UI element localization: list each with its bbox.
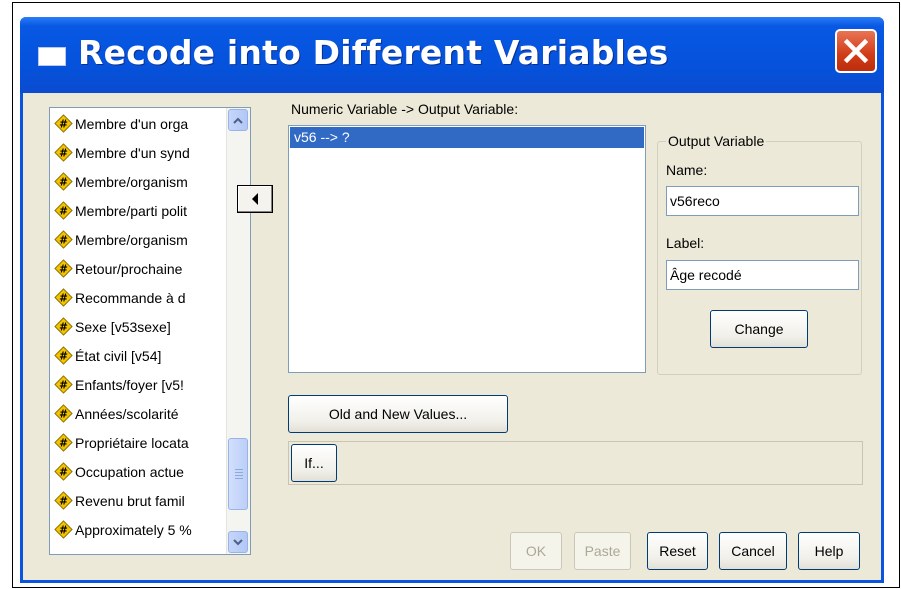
variable-label: Occupation actue xyxy=(75,463,184,480)
svg-text:#: # xyxy=(59,234,68,246)
list-item[interactable]: # Propriétaire locata xyxy=(54,431,224,454)
numeric-variable-icon: # xyxy=(54,230,73,249)
list-item[interactable]: # Membre/organism xyxy=(54,170,224,193)
svg-text:#: # xyxy=(59,408,68,420)
scroll-down-button[interactable] xyxy=(228,531,248,553)
help-button[interactable]: Help xyxy=(798,532,860,570)
variable-label: Recommande à d xyxy=(75,289,186,306)
name-label: Name: xyxy=(666,162,708,178)
list-item[interactable]: # Membre/parti polit xyxy=(54,199,224,222)
list-item[interactable]: # Occupation actue xyxy=(54,460,224,483)
svg-text:#: # xyxy=(59,321,68,333)
old-and-new-values-button[interactable]: Old and New Values... xyxy=(288,395,508,433)
if-button[interactable]: If... xyxy=(291,444,337,482)
svg-text:#: # xyxy=(59,350,68,362)
svg-text:#: # xyxy=(59,118,68,130)
svg-text:#: # xyxy=(59,176,68,188)
window-title: Recode into Different Variables xyxy=(78,33,669,72)
close-button[interactable] xyxy=(835,29,877,73)
svg-text:#: # xyxy=(59,437,68,449)
variable-label: Enfants/foyer [v5! xyxy=(75,376,184,393)
scroll-up-button[interactable] xyxy=(228,109,248,131)
variable-label: Membre/organism xyxy=(75,173,188,190)
list-item[interactable]: # Enfants/foyer [v5! xyxy=(54,373,224,396)
recode-dialog: Recode into Different Variables # Membre … xyxy=(20,17,884,583)
variable-mapping-list[interactable]: v56 --> ? xyxy=(288,125,646,373)
variable-label: Membre d'un synd xyxy=(75,144,190,161)
variable-label: Années/scolarité xyxy=(75,405,179,422)
label-label: Label: xyxy=(666,235,705,251)
numeric-variable-icon: # xyxy=(54,346,73,365)
dialog-body: # Membre d'un orga # Membre d'un synd # Membr… xyxy=(23,93,881,583)
svg-text:#: # xyxy=(59,495,68,507)
left-arrow-icon xyxy=(252,193,258,205)
title-bar[interactable]: Recode into Different Variables xyxy=(20,17,884,93)
svg-text:#: # xyxy=(59,147,68,159)
svg-text:#: # xyxy=(59,379,68,391)
numeric-variable-icon: # xyxy=(54,288,73,307)
chevron-down-icon xyxy=(233,538,243,545)
close-icon xyxy=(843,38,869,64)
variable-label: Membre/parti polit xyxy=(75,202,188,219)
output-group-title: Output Variable xyxy=(666,133,767,149)
scroll-thumb[interactable] xyxy=(228,438,248,510)
list-item[interactable]: # Sexe [v53sexe] xyxy=(54,315,224,338)
ok-button[interactable]: OK xyxy=(510,532,562,570)
variable-label: Revenu brut famil xyxy=(75,492,185,509)
list-item[interactable]: # Membre d'un orga xyxy=(54,112,224,135)
svg-text:#: # xyxy=(59,205,68,217)
paste-button[interactable]: Paste xyxy=(574,532,631,570)
numeric-variable-icon: # xyxy=(54,462,73,481)
output-variable-group: Output Variable Name: v56reco Label: Âge… xyxy=(657,133,862,375)
list-item[interactable]: # Recommande à d xyxy=(54,286,224,309)
variable-label: Propriétaire locata xyxy=(75,434,189,451)
reset-button[interactable]: Reset xyxy=(647,532,708,570)
chevron-up-icon xyxy=(233,117,243,124)
if-condition-panel: If... xyxy=(288,441,863,485)
variable-label: Retour/prochaine xyxy=(75,260,183,277)
mapping-list-label: Numeric Variable -> Output Variable: xyxy=(291,101,519,117)
list-item[interactable]: # Approximately 5 % xyxy=(54,518,224,541)
numeric-variable-icon: # xyxy=(54,143,73,162)
variable-label: Approximately 5 % xyxy=(75,521,192,538)
window-menu-icon[interactable] xyxy=(38,47,66,66)
list-item[interactable]: # Membre/organism xyxy=(54,228,224,251)
output-label-field[interactable]: Âge recodé xyxy=(666,260,859,290)
numeric-variable-icon: # xyxy=(54,491,73,510)
change-button[interactable]: Change xyxy=(710,310,808,348)
variable-label: Membre d'un orga xyxy=(75,115,189,132)
svg-text:#: # xyxy=(59,263,68,275)
variable-label: Membre/organism xyxy=(75,231,188,248)
svg-text:#: # xyxy=(59,466,68,478)
numeric-variable-icon: # xyxy=(54,433,73,452)
list-item[interactable]: # Membre d'un synd xyxy=(54,141,224,164)
variable-label: Sexe [v53sexe] xyxy=(75,318,171,335)
numeric-variable-icon: # xyxy=(54,201,73,220)
move-variable-button[interactable] xyxy=(237,185,273,213)
mapping-row-selected[interactable]: v56 --> ? xyxy=(290,127,644,148)
svg-text:#: # xyxy=(59,524,68,536)
numeric-variable-icon: # xyxy=(54,317,73,336)
list-item[interactable]: # État civil [v54] xyxy=(54,344,224,367)
numeric-variable-icon: # xyxy=(54,114,73,133)
numeric-variable-icon: # xyxy=(54,520,73,539)
list-item[interactable]: # Années/scolarité xyxy=(54,402,224,425)
numeric-variable-icon: # xyxy=(54,404,73,423)
vertical-scrollbar[interactable] xyxy=(226,108,250,554)
source-variable-list[interactable]: # Membre d'un orga # Membre d'un synd # Membr… xyxy=(49,107,251,555)
cancel-button[interactable]: Cancel xyxy=(719,532,787,570)
svg-text:#: # xyxy=(59,292,68,304)
list-item[interactable]: # Revenu brut famil xyxy=(54,489,224,512)
numeric-variable-icon: # xyxy=(54,172,73,191)
variable-label: État civil [v54] xyxy=(75,347,162,364)
numeric-variable-icon: # xyxy=(54,259,73,278)
list-item[interactable]: # Retour/prochaine xyxy=(54,257,224,280)
numeric-variable-icon: # xyxy=(54,375,73,394)
output-name-field[interactable]: v56reco xyxy=(666,186,859,216)
